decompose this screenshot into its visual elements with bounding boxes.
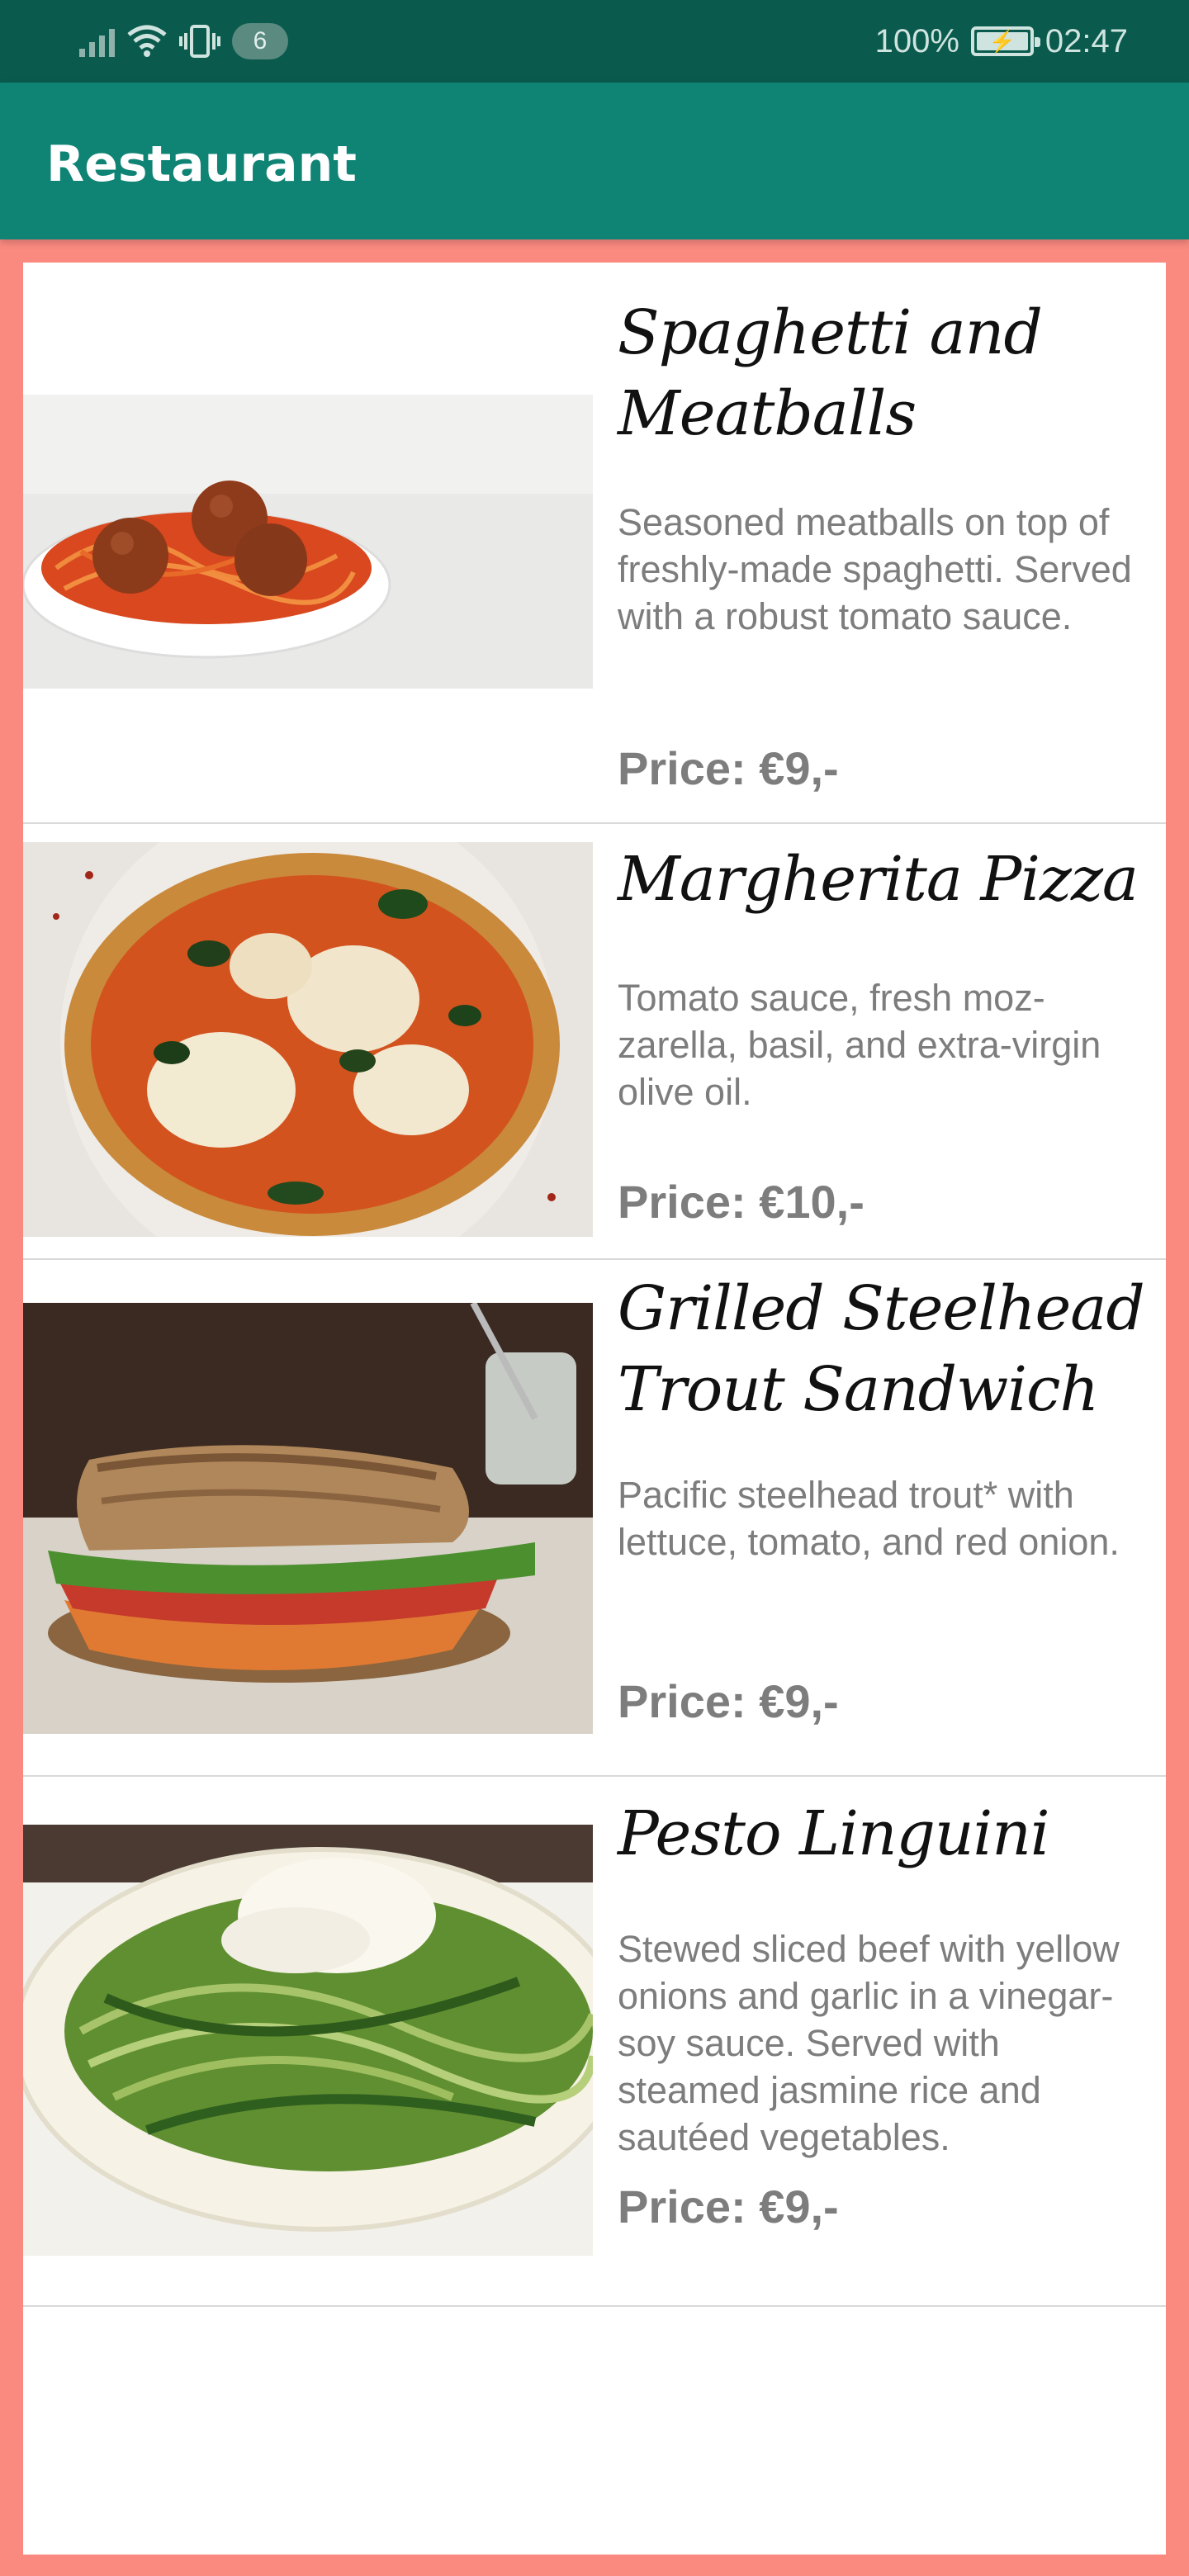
item-name: Grilled Steelhead Trout Sandwich <box>618 1273 1145 1425</box>
item-name: Margherita Pizza <box>618 844 1139 915</box>
item-name: Spaghetti and Meatballs <box>618 297 1043 449</box>
item-price: Price: €9,- <box>618 742 839 794</box>
margherita-pizza-photo <box>23 842 593 1237</box>
item-description: Tomato sauce, fresh moz-zarella, basil, … <box>618 977 1101 1113</box>
trout-sandwich-photo <box>23 1303 593 1734</box>
signal-icon <box>79 26 115 57</box>
menu-item[interactable]: Pesto Linguini Stewed sliced beef with y… <box>23 1777 1166 2307</box>
battery-percent: 100% <box>874 22 959 59</box>
clock: 02:47 <box>1045 22 1128 59</box>
spaghetti-meatballs-photo <box>23 395 593 689</box>
wifi-icon <box>127 25 167 57</box>
vibrate-icon <box>179 25 220 58</box>
menu-list[interactable]: Spaghetti and Meatballs Seasoned meatbal… <box>23 263 1166 2555</box>
status-bar: 6 100% ⚡ 02:47 <box>0 0 1189 83</box>
item-price: Price: €9,- <box>618 1675 839 1727</box>
menu-item[interactable]: Spaghetti and Meatballs Seasoned meatbal… <box>23 263 1166 824</box>
item-description: Seasoned meatballs on top of freshly-mad… <box>618 501 1132 637</box>
page-title: Restaurant <box>46 135 357 193</box>
app-bar: Restaurant <box>0 83 1189 239</box>
menu-item[interactable]: Margherita Pizza Tomato sauce, fresh moz… <box>23 824 1166 1260</box>
battery-icon: ⚡ <box>970 26 1040 56</box>
notification-count-badge: 6 <box>232 23 288 59</box>
item-price: Price: €9,- <box>618 2181 839 2233</box>
item-description: Stewed sliced beef with yellow onions an… <box>618 1928 1120 2158</box>
item-price: Price: €10,- <box>618 1176 865 1228</box>
pesto-linguini-photo <box>23 1825 593 2256</box>
item-name: Pesto Linguini <box>618 1798 1050 1869</box>
status-icons-right: 100% ⚡ 02:47 <box>875 20 1128 63</box>
menu-item[interactable]: Grilled Steelhead Trout Sandwich Pacific… <box>23 1260 1166 1777</box>
status-icons-left: 6 <box>79 20 288 63</box>
item-description: Pacific steelhead trout* with lettuce, t… <box>618 1474 1120 1563</box>
